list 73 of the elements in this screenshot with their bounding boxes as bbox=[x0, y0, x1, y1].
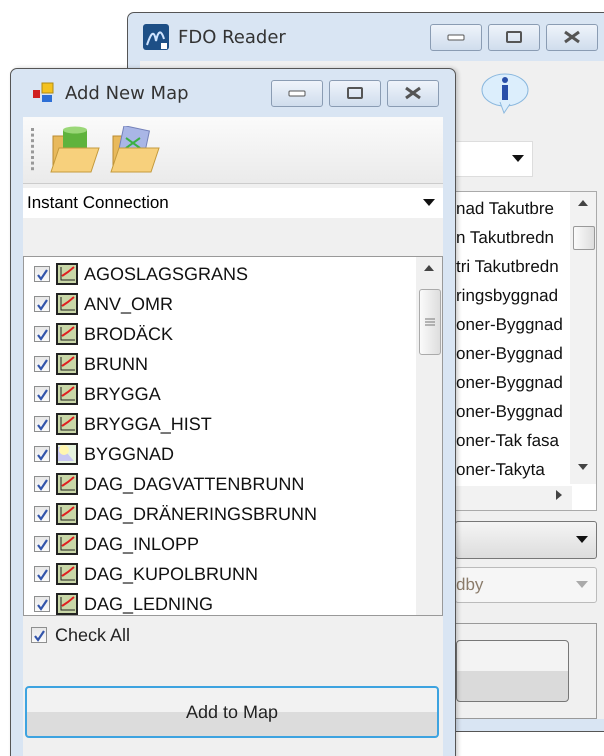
list-item[interactable]: oner-Byggnad bbox=[456, 339, 570, 368]
list-item[interactable]: oner-Takyta bbox=[456, 455, 570, 484]
list-item[interactable]: n Takutbredn bbox=[456, 223, 570, 252]
minimize-icon bbox=[446, 32, 466, 42]
map-icon bbox=[31, 82, 55, 104]
scroll-right-icon[interactable] bbox=[556, 490, 562, 500]
info-icon[interactable] bbox=[480, 72, 530, 114]
layer-name[interactable]: DAG_KUPOLBRUNN bbox=[84, 564, 258, 584]
horizontal-scrollbar[interactable] bbox=[456, 486, 572, 510]
checkbox[interactable] bbox=[34, 536, 50, 552]
connection-dropdown[interactable]: Instant Connection bbox=[23, 188, 443, 218]
window-title: Add New Map bbox=[65, 82, 189, 104]
layer-name[interactable]: DAG_LEDNING bbox=[84, 594, 214, 614]
grip-icon bbox=[425, 318, 435, 326]
dropdown[interactable] bbox=[455, 521, 597, 559]
dropdown-arrow-icon bbox=[512, 155, 524, 162]
layer-name[interactable]: BRYGGA bbox=[84, 384, 161, 404]
scroll-thumb[interactable] bbox=[573, 226, 595, 250]
checkbox[interactable] bbox=[34, 326, 50, 342]
close-button[interactable] bbox=[387, 80, 439, 106]
scrollbar[interactable] bbox=[416, 257, 442, 615]
layer-name[interactable]: DAG_INLOPP bbox=[84, 534, 200, 554]
layer-name[interactable]: DAG_DRÄNERINGSBRUNN bbox=[84, 504, 318, 524]
close-icon bbox=[403, 86, 423, 100]
app-logo-icon bbox=[142, 23, 170, 51]
list-item[interactable]: oner-Byggnad bbox=[456, 368, 570, 397]
checkbox[interactable] bbox=[34, 356, 50, 372]
list-item[interactable]: tri Takutbredn bbox=[456, 252, 570, 281]
list-item[interactable]: oner-Tak fasa bbox=[456, 426, 570, 455]
layer-name[interactable]: ANV_OMR bbox=[84, 294, 174, 314]
checkbox[interactable] bbox=[34, 296, 50, 312]
close-icon bbox=[562, 30, 582, 44]
checkbox[interactable] bbox=[34, 386, 50, 402]
maximize-icon bbox=[505, 30, 523, 44]
list-item[interactable]: ringsbyggnad bbox=[456, 281, 570, 310]
scrollbar[interactable] bbox=[570, 192, 596, 484]
minimize-button[interactable] bbox=[271, 80, 323, 106]
list-item[interactable]: nad Takutbre bbox=[456, 194, 570, 223]
scroll-up-icon[interactable] bbox=[424, 265, 434, 271]
button[interactable] bbox=[456, 640, 569, 702]
checkbox[interactable] bbox=[34, 446, 50, 462]
scroll-thumb[interactable] bbox=[419, 289, 441, 355]
scroll-down-icon[interactable] bbox=[578, 464, 588, 470]
checkbox[interactable] bbox=[34, 596, 50, 612]
checkbox[interactable] bbox=[34, 506, 50, 522]
layer-name[interactable]: BRUNN bbox=[84, 354, 148, 374]
layer-name[interactable]: BYGGNAD bbox=[84, 444, 174, 464]
dropdown-arrow-icon bbox=[576, 581, 588, 588]
close-button[interactable] bbox=[546, 24, 598, 50]
checkbox[interactable] bbox=[34, 566, 50, 582]
layer-name[interactable]: DAG_DAGVATTENBRUNN bbox=[84, 474, 304, 494]
scroll-up-icon[interactable] bbox=[578, 200, 588, 206]
layer-name[interactable]: BRYGGA_HIST bbox=[84, 414, 212, 434]
window-title: FDO Reader bbox=[178, 26, 286, 48]
toolbar-grip-icon bbox=[31, 128, 35, 172]
list-item[interactable]: oner-Byggnad bbox=[456, 397, 570, 426]
check-all-label[interactable]: Check All bbox=[55, 624, 130, 646]
maximize-icon bbox=[346, 86, 364, 100]
checkbox[interactable] bbox=[34, 416, 50, 432]
maximize-button[interactable] bbox=[329, 80, 381, 106]
layer-name[interactable]: AGOSLAGSGRANS bbox=[84, 264, 248, 284]
minimize-button[interactable] bbox=[430, 24, 482, 50]
add-to-map-button[interactable]: Add to Map bbox=[25, 686, 439, 738]
list-item[interactable]: oner-Byggnad bbox=[456, 310, 570, 339]
maximize-button[interactable] bbox=[488, 24, 540, 50]
checkbox[interactable] bbox=[34, 476, 50, 492]
map-folder-icon[interactable] bbox=[109, 126, 161, 174]
checkbox[interactable] bbox=[34, 266, 50, 282]
dropdown-arrow-icon bbox=[423, 199, 435, 206]
checkbox[interactable] bbox=[31, 627, 47, 643]
dropdown-arrow-icon bbox=[576, 536, 588, 543]
minimize-icon bbox=[287, 88, 307, 98]
layer-name[interactable]: BRODÄCK bbox=[84, 324, 174, 344]
